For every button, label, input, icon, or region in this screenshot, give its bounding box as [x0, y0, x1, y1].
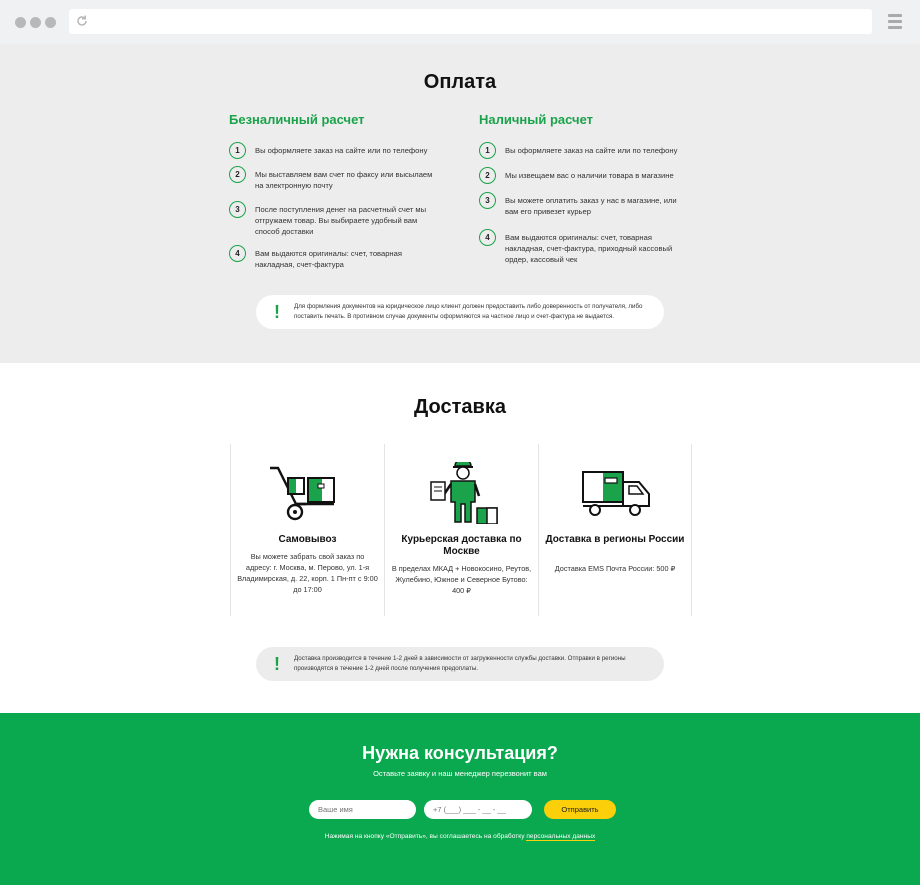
delivery-note: ! Доставка производится в течение 1-2 дн… [256, 647, 664, 681]
payment-title: Оплата [423, 71, 497, 93]
cashless-step: 1 Вы оформляете заказ на сайте или по те… [229, 142, 435, 159]
cashless-step: 3 После поступления денег на расчетный с… [229, 201, 435, 237]
cashless-heading: Безналичный расчет [229, 112, 365, 127]
step-number: 4 [229, 245, 246, 262]
step-number: 2 [479, 167, 496, 184]
card-title: Самовывоз [278, 534, 337, 545]
window-dot-icon[interactable] [45, 17, 56, 28]
step-text: Вам выдаются оригиналы: счет, товарная н… [255, 249, 402, 269]
reload-icon[interactable] [75, 14, 89, 28]
window-dot-icon[interactable] [30, 17, 41, 28]
cash-heading: Наличный расчет [479, 112, 594, 127]
consent-label: Нажимая на кнопку «Отправить», вы соглаш… [324, 833, 525, 840]
window-controls [15, 17, 56, 28]
delivery-card-courier: Курьерская доставка по Москве В пределах… [384, 444, 538, 616]
step-text: Вам выдаются оригиналы: счет, товарная н… [505, 233, 673, 264]
cashless-step: 4 Вам выдаются оригиналы: счет, товарная… [229, 245, 435, 270]
card-description: Доставка EMS Почта России: 500 ₽ [554, 564, 676, 573]
card-title: Курьерская доставка по Москве [401, 534, 522, 557]
cashless-step: 2 Мы выставляем вам счет по факсу или вы… [229, 166, 435, 191]
payment-section: Оплата Безналичный расчет Наличный расче… [0, 44, 920, 363]
courier-icon [430, 462, 498, 524]
step-text: Мы извещаем вас о наличии товара в магаз… [505, 171, 674, 180]
consent-text: Нажимая на кнопку «Отправить», вы соглаш… [0, 833, 920, 841]
consultation-subtitle: Оставьте заявку и наш менеджер перезвони… [373, 769, 547, 778]
cash-step: 1 Вы оформляете заказ на сайте или по те… [479, 142, 685, 159]
delivery-note-text: Доставка производится в течение 1-2 дней… [294, 655, 626, 672]
consultation-section: Нужна консультация? Оставьте заявку и на… [0, 713, 920, 885]
step-number: 1 [479, 142, 496, 159]
consultation-title: Нужна консультация? [362, 743, 558, 763]
step-text: Вы оформляете заказ на сайте или по теле… [255, 146, 428, 155]
card-description: В пределах МКАД + Новокосино, Реутов, Жу… [391, 564, 532, 595]
menu-icon[interactable] [888, 14, 902, 29]
cash-step: 4 Вам выдаются оригиналы: счет, товарная… [479, 229, 685, 265]
submit-button[interactable]: Отправить [544, 800, 616, 819]
payment-note: ! Для формления документов на юридическо… [256, 295, 664, 329]
cash-step: 3 Вы можете оплатить заказ у нас в магаз… [479, 192, 685, 217]
step-text: Вы оформляете заказ на сайте или по теле… [505, 146, 678, 155]
delivery-card-pickup: Самовывоз Вы можете забрать свой заказ п… [230, 444, 384, 616]
card-title: Доставка в регионы России [545, 534, 685, 545]
browser-toolbar [0, 0, 920, 44]
phone-input[interactable] [424, 800, 532, 819]
card-description: Вы можете забрать свой заказ по адресу: … [237, 552, 378, 594]
delivery-card-regions: Доставка в регионы России Доставка EMS П… [538, 444, 692, 616]
exclamation-icon: ! [274, 301, 280, 322]
exclamation-icon: ! [274, 653, 280, 674]
step-number: 1 [229, 142, 246, 159]
step-number: 3 [479, 192, 496, 209]
step-number: 2 [229, 166, 246, 183]
step-text: Мы выставляем вам счет по факсу или высы… [255, 170, 433, 190]
step-text: После поступления денег на расчетный сче… [255, 205, 427, 236]
truck-icon [582, 471, 650, 516]
privacy-link[interactable]: персональных данных [526, 833, 596, 841]
step-number: 4 [479, 229, 496, 246]
hand-truck-icon [270, 466, 335, 521]
window-dot-icon[interactable] [15, 17, 26, 28]
address-bar[interactable] [69, 9, 872, 34]
payment-note-text: Для формления документов на юридическое … [294, 303, 643, 320]
name-input[interactable] [309, 800, 416, 819]
cash-step: 2 Мы извещаем вас о наличии товара в маг… [479, 167, 685, 184]
step-text: Вы можете оплатить заказ у нас в магазин… [505, 196, 677, 216]
step-number: 3 [229, 201, 246, 218]
delivery-title: Доставка [414, 396, 506, 418]
